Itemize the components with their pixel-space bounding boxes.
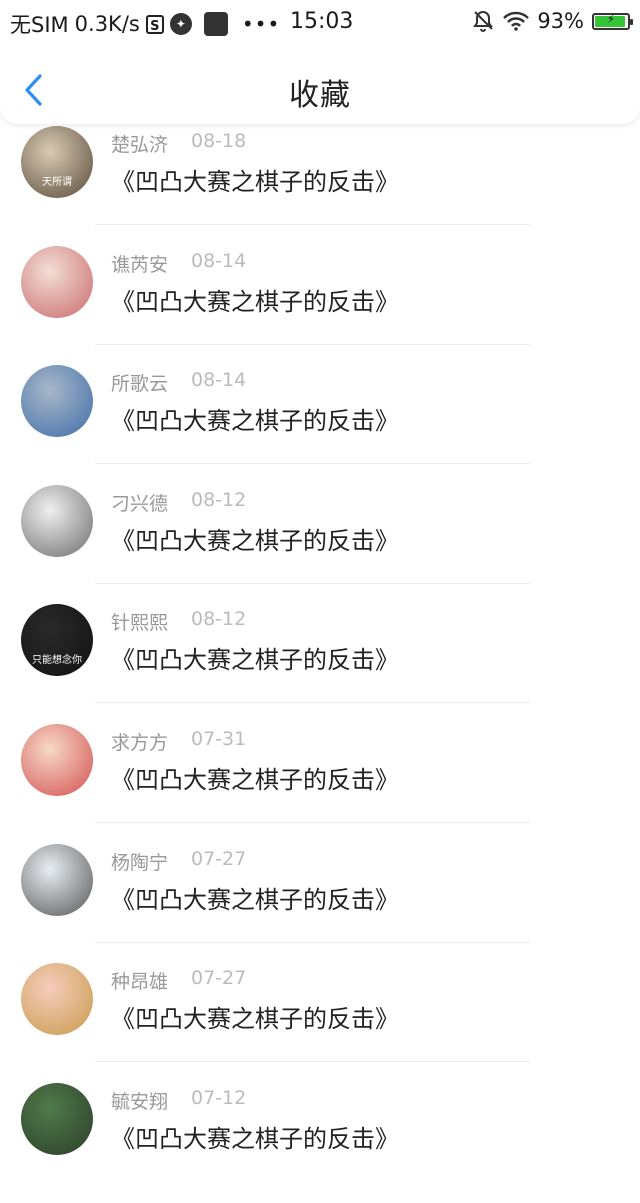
post-title: 《凹凸大赛之棋子的反击》 xyxy=(111,407,399,435)
post-title: 《凹凸大赛之棋子的反击》 xyxy=(111,886,399,914)
divider xyxy=(95,822,530,823)
author-name: 楚弘济 xyxy=(111,134,169,156)
avatar-caption: 只能想念你 xyxy=(32,655,82,666)
battery-icon: ⚡ xyxy=(592,11,633,30)
avatar: 天所谓 xyxy=(21,126,93,198)
post-title: 《凹凸大赛之棋子的反击》 xyxy=(111,646,399,674)
divider xyxy=(95,463,530,464)
list-item[interactable]: 只能想念你 针熙熙 08-12 《凹凸大赛之棋子的反击》 xyxy=(0,604,640,724)
date: 07-12 xyxy=(191,1087,247,1109)
avatar xyxy=(21,963,93,1035)
date: 08-12 xyxy=(191,489,247,511)
list-item[interactable]: 毓安翔 07-12 《凹凸大赛之棋子的反击》 xyxy=(0,1083,640,1203)
author-name: 种昂雄 xyxy=(111,971,169,993)
date: 08-18 xyxy=(191,130,247,152)
post-title: 《凹凸大赛之棋子的反击》 xyxy=(111,288,399,316)
more-notifications-icon: ••• xyxy=(241,12,281,36)
clock: 15:03 xyxy=(290,9,354,34)
avatar xyxy=(21,724,93,796)
author-name: 针熙熙 xyxy=(111,612,169,634)
avatar xyxy=(21,844,93,916)
nav-bar: 收藏 xyxy=(0,44,640,124)
divider xyxy=(95,583,530,584)
list-item[interactable]: 杨陶宁 07-27 《凹凸大赛之棋子的反击》 xyxy=(0,844,640,964)
author-name: 谯芮安 xyxy=(111,254,169,276)
avatar xyxy=(21,365,93,437)
author-name: 刁兴德 xyxy=(111,493,169,515)
list-item[interactable]: 求方方 07-31 《凹凸大赛之棋子的反击》 xyxy=(0,724,640,844)
post-title: 《凹凸大赛之棋子的反击》 xyxy=(111,168,399,196)
divider xyxy=(95,224,530,225)
author-name: 求方方 xyxy=(111,732,169,754)
list-item[interactable]: 谯芮安 08-14 《凹凸大赛之棋子的反击》 xyxy=(0,246,640,366)
avatar: 只能想念你 xyxy=(21,604,93,676)
list-item[interactable]: 天所谓 楚弘济 08-18 《凹凸大赛之棋子的反击》 xyxy=(0,126,640,246)
charging-bolt-icon: ⚡ xyxy=(606,11,616,26)
status-bar: 无SIM 0.3K/s S ✦ ••• 15:03 93% ⚡ xyxy=(0,0,640,44)
network-speed: 0.3K/s xyxy=(74,12,140,36)
divider xyxy=(95,344,530,345)
date: 07-31 xyxy=(191,728,247,750)
mute-bell-icon xyxy=(473,10,494,32)
list-item[interactable]: 刁兴德 08-12 《凹凸大赛之棋子的反击》 xyxy=(0,485,640,605)
post-title: 《凹凸大赛之棋子的反击》 xyxy=(111,766,399,794)
carrier-label: 无SIM xyxy=(10,13,69,37)
post-title: 《凹凸大赛之棋子的反击》 xyxy=(111,1125,399,1153)
divider xyxy=(95,702,530,703)
avatar xyxy=(21,1083,93,1155)
sim-icon: S xyxy=(145,14,164,34)
divider xyxy=(95,1061,530,1062)
date: 08-12 xyxy=(191,608,247,630)
page-title: 收藏 xyxy=(289,78,351,113)
author-name: 所歌云 xyxy=(111,373,169,395)
divider xyxy=(95,942,530,943)
author-name: 杨陶宁 xyxy=(111,852,169,874)
list-item[interactable]: 所歌云 08-14 《凹凸大赛之棋子的反击》 xyxy=(0,365,640,485)
status-left: 无SIM 0.3K/s S ✦ ••• xyxy=(10,9,280,39)
avatar xyxy=(21,485,93,557)
date: 08-14 xyxy=(191,369,247,391)
app-icon: ✦ xyxy=(169,13,192,35)
wifi-icon xyxy=(503,11,530,31)
notification-icon xyxy=(203,12,228,36)
date: 07-27 xyxy=(191,967,247,989)
avatar xyxy=(21,246,93,318)
author-name: 毓安翔 xyxy=(111,1091,169,1113)
avatar-caption: 天所谓 xyxy=(42,177,72,188)
date: 07-27 xyxy=(191,848,247,870)
post-title: 《凹凸大赛之棋子的反击》 xyxy=(111,527,399,555)
status-right: 93% ⚡ xyxy=(471,9,633,33)
post-title: 《凹凸大赛之棋子的反击》 xyxy=(111,1005,399,1033)
battery-percent: 93% xyxy=(537,9,584,33)
list-item[interactable]: 种昂雄 07-27 《凹凸大赛之棋子的反击》 xyxy=(0,963,640,1083)
date: 08-14 xyxy=(191,250,247,272)
